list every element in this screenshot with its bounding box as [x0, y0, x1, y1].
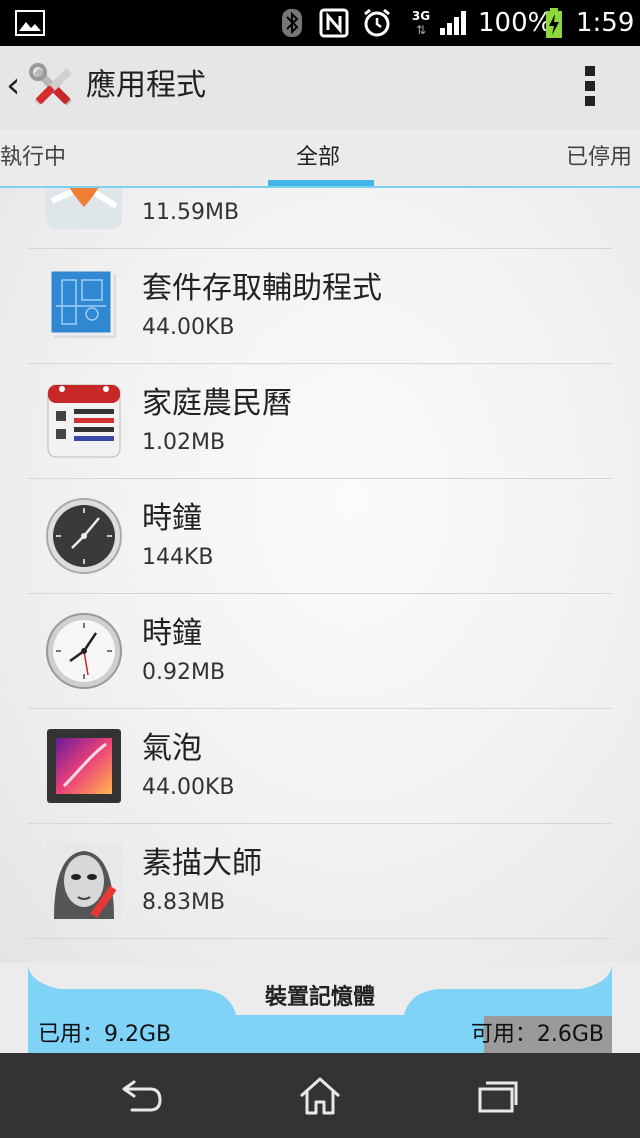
app-name: 時鐘	[142, 501, 202, 536]
sketch-portrait-icon	[44, 841, 124, 921]
app-list[interactable]: 11.59MB 套件存取輔助程式 44.00KB 家庭農民曆 1.02MB 時鐘…	[0, 188, 640, 963]
page-title: 應用程式	[86, 68, 206, 103]
up-navigation-chevron-icon[interactable]: ‹	[6, 66, 20, 106]
app-name: 氣泡	[142, 731, 202, 766]
wallpaper-icon	[44, 726, 124, 806]
map-pin-icon	[44, 188, 124, 231]
settings-tools-icon[interactable]	[28, 62, 78, 112]
network-type: 3G ⇅	[411, 9, 431, 37]
calendar-icon	[44, 381, 124, 461]
app-name: 素描大師	[142, 846, 262, 881]
storage-free-text: 可用：2.6GB	[470, 1022, 604, 1047]
app-size: 1.02MB	[142, 430, 226, 455]
list-item[interactable]: 時鐘 0.92MB	[28, 594, 612, 709]
tab-bar: 執行中 全部 已停用	[0, 130, 640, 188]
action-bar: ‹ 應用程式	[0, 46, 640, 130]
list-item[interactable]: 家庭農民曆 1.02MB	[28, 364, 612, 479]
nfc-icon	[318, 6, 350, 40]
signal-icon	[438, 6, 468, 40]
storage-used-text: 已用：9.2GB	[38, 1022, 172, 1047]
battery-percent: 100%	[478, 8, 553, 38]
home-icon[interactable]	[290, 1071, 350, 1121]
bluetooth-icon	[280, 6, 304, 40]
navigation-bar	[0, 1053, 640, 1138]
app-name: 套件存取輔助程式	[142, 271, 382, 306]
app-size: 11.59MB	[142, 200, 240, 225]
status-bar: 3G ⇅ 100% 1:59	[0, 0, 640, 46]
list-item[interactable]: 氣泡 44.00KB	[28, 709, 612, 824]
storage-usage-bar: 已用：9.2GB 可用：2.6GB	[28, 1016, 612, 1053]
storage-label: 裝置記憶體	[264, 985, 375, 1010]
app-size: 44.00KB	[142, 775, 235, 800]
list-item[interactable]: 11.59MB	[28, 188, 612, 249]
app-size: 144KB	[142, 545, 214, 570]
app-name: 時鐘	[142, 616, 202, 651]
tab-all[interactable]: 全部	[296, 140, 340, 176]
app-size: 0.92MB	[142, 660, 226, 685]
alarm-icon	[360, 6, 394, 40]
gallery-icon	[14, 6, 46, 40]
app-size: 44.00KB	[142, 315, 235, 340]
dark-clock-icon	[44, 496, 124, 576]
tab-running[interactable]: 執行中	[0, 140, 66, 176]
light-clock-icon	[44, 611, 124, 691]
list-item[interactable]: 時鐘 144KB	[28, 479, 612, 594]
tab-disabled[interactable]: 已停用	[566, 140, 632, 176]
storage-panel: 裝置記憶體 已用：9.2GB 可用：2.6GB	[0, 963, 640, 1053]
list-item[interactable]: 套件存取輔助程式 44.00KB	[28, 249, 612, 364]
app-size: 8.83MB	[142, 890, 226, 915]
recents-icon[interactable]	[468, 1071, 528, 1121]
list-item[interactable]: 素描大師 8.83MB	[28, 824, 612, 939]
back-icon[interactable]	[112, 1071, 172, 1121]
overflow-menu-icon[interactable]	[582, 66, 598, 110]
battery-charging-icon	[544, 6, 564, 40]
active-tab-indicator	[268, 180, 374, 186]
package-blueprint-icon	[44, 266, 124, 346]
clock-time: 1:59	[576, 8, 635, 38]
app-name: 家庭農民曆	[142, 386, 292, 421]
